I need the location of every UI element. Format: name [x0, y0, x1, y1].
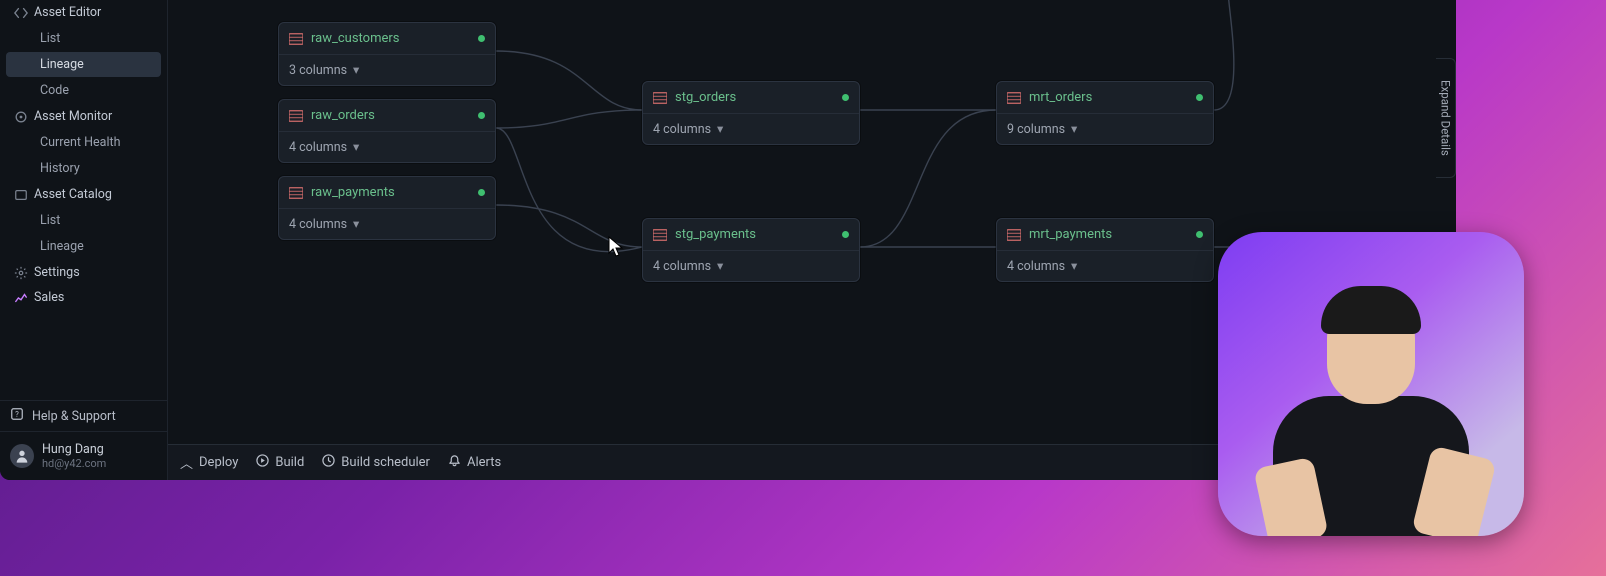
- status-dot: [842, 231, 849, 238]
- node-columns-label: 4 columns: [653, 259, 711, 274]
- node-columns-toggle[interactable]: 4 columns ▾: [279, 132, 495, 162]
- code-icon: [14, 6, 28, 20]
- node-columns-label: 4 columns: [289, 217, 347, 232]
- sidebar-item-code[interactable]: Code: [6, 78, 161, 103]
- sidebar-section-asset-editor[interactable]: Asset Editor: [0, 0, 167, 25]
- svg-text:?: ?: [15, 410, 19, 419]
- node-columns-label: 9 columns: [1007, 122, 1065, 137]
- sidebar-item-history[interactable]: History: [6, 156, 161, 181]
- deploy-toggle[interactable]: ︿ Deploy: [180, 453, 238, 472]
- node-columns-label: 4 columns: [653, 122, 711, 137]
- expand-details-tab[interactable]: Expand Details: [1436, 58, 1456, 178]
- table-icon: [289, 110, 303, 122]
- presenter-webcam: [1218, 232, 1524, 536]
- node-title: raw_payments: [311, 185, 470, 200]
- sidebar-item-lineage[interactable]: Lineage: [6, 52, 161, 77]
- user-email: hd@y42.com: [42, 457, 106, 470]
- sidebar-section-label: Asset Editor: [34, 5, 101, 20]
- chevron-up-icon: ︿: [180, 453, 193, 472]
- build-scheduler-button[interactable]: Build scheduler: [322, 454, 430, 471]
- node-title: mrt_orders: [1029, 90, 1188, 105]
- catalog-icon: [14, 188, 28, 202]
- scheduler-label: Build scheduler: [341, 455, 430, 470]
- play-icon: [256, 454, 269, 471]
- chevron-down-icon: ▾: [353, 62, 359, 78]
- status-dot: [478, 189, 485, 196]
- table-icon: [289, 187, 303, 199]
- chevron-down-icon: ▾: [717, 121, 723, 137]
- sidebar-item-label: Settings: [34, 265, 80, 280]
- sidebar-item-catalog-lineage[interactable]: Lineage: [6, 234, 161, 259]
- table-icon: [289, 33, 303, 45]
- node-columns-label: 3 columns: [289, 63, 347, 78]
- bell-icon: [448, 454, 461, 471]
- status-dot: [1196, 231, 1203, 238]
- sales-icon: [14, 291, 28, 305]
- build-label: Build: [275, 455, 304, 470]
- lineage-node-raw-customers[interactable]: raw_customers 3 columns ▾: [278, 22, 496, 86]
- sidebar-item-sales[interactable]: Sales: [0, 285, 167, 310]
- alerts-label: Alerts: [467, 455, 501, 470]
- sidebar-item-list[interactable]: List: [6, 26, 161, 51]
- help-support-button[interactable]: ? Help & Support: [0, 400, 167, 432]
- table-icon: [1007, 229, 1021, 241]
- node-title: stg_payments: [675, 227, 834, 242]
- table-icon: [1007, 92, 1021, 104]
- lineage-node-raw-payments[interactable]: raw_payments 4 columns ▾: [278, 176, 496, 240]
- build-button[interactable]: Build: [256, 454, 304, 471]
- avatar: [10, 444, 34, 468]
- node-columns-label: 4 columns: [1007, 259, 1065, 274]
- gear-icon: [14, 266, 28, 280]
- lineage-node-mrt-payments[interactable]: mrt_payments 4 columns ▾: [996, 218, 1214, 282]
- clock-icon: [322, 454, 335, 471]
- alerts-button[interactable]: Alerts: [448, 454, 501, 471]
- chevron-down-icon: ▾: [353, 216, 359, 232]
- status-dot: [478, 35, 485, 42]
- node-columns-toggle[interactable]: 4 columns ▾: [643, 114, 859, 144]
- node-columns-toggle[interactable]: 4 columns ▾: [279, 209, 495, 239]
- sidebar-section-asset-monitor[interactable]: Asset Monitor: [0, 104, 167, 129]
- status-dot: [1196, 94, 1203, 101]
- sidebar-item-label: Sales: [34, 290, 64, 305]
- presenter-figure: [1261, 276, 1481, 536]
- chevron-down-icon: ▾: [717, 258, 723, 274]
- sidebar-item-catalog-list[interactable]: List: [6, 208, 161, 233]
- chevron-down-icon: ▾: [1071, 258, 1077, 274]
- chevron-down-icon: ▾: [353, 139, 359, 155]
- cursor-icon: [608, 236, 624, 258]
- node-title: stg_orders: [675, 90, 834, 105]
- lineage-node-raw-orders[interactable]: raw_orders 4 columns ▾: [278, 99, 496, 163]
- sidebar-section-label: Asset Catalog: [34, 187, 112, 202]
- status-dot: [842, 94, 849, 101]
- node-columns-toggle[interactable]: 9 columns ▾: [997, 114, 1213, 144]
- node-columns-toggle[interactable]: 4 columns ▾: [643, 251, 859, 281]
- lineage-node-stg-orders[interactable]: stg_orders 4 columns ▾: [642, 81, 860, 145]
- user-profile[interactable]: Hung Dang hd@y42.com: [0, 438, 167, 474]
- node-title: raw_orders: [311, 108, 470, 123]
- lineage-node-stg-payments[interactable]: stg_payments 4 columns ▾: [642, 218, 860, 282]
- node-title: mrt_payments: [1029, 227, 1188, 242]
- table-icon: [653, 92, 667, 104]
- deploy-label: Deploy: [199, 455, 238, 470]
- sidebar-item-settings[interactable]: Settings: [0, 260, 167, 285]
- monitor-icon: [14, 110, 28, 124]
- status-dot: [478, 112, 485, 119]
- node-columns-toggle[interactable]: 3 columns ▾: [279, 55, 495, 85]
- lineage-node-mrt-orders[interactable]: mrt_orders 9 columns ▾: [996, 81, 1214, 145]
- node-columns-label: 4 columns: [289, 140, 347, 155]
- node-title: raw_customers: [311, 31, 470, 46]
- node-columns-toggle[interactable]: 4 columns ▾: [997, 251, 1213, 281]
- sidebar-section-asset-catalog[interactable]: Asset Catalog: [0, 182, 167, 207]
- chevron-down-icon: ▾: [1071, 121, 1077, 137]
- help-label: Help & Support: [32, 409, 116, 424]
- expand-details-label: Expand Details: [1439, 80, 1453, 156]
- help-icon: ?: [10, 407, 24, 425]
- sidebar-section-label: Asset Monitor: [34, 109, 112, 124]
- user-name: Hung Dang: [42, 442, 106, 457]
- sidebar: Asset Editor List Lineage Code Asset Mon…: [0, 0, 168, 480]
- table-icon: [653, 229, 667, 241]
- sidebar-item-current-health[interactable]: Current Health: [6, 130, 161, 155]
